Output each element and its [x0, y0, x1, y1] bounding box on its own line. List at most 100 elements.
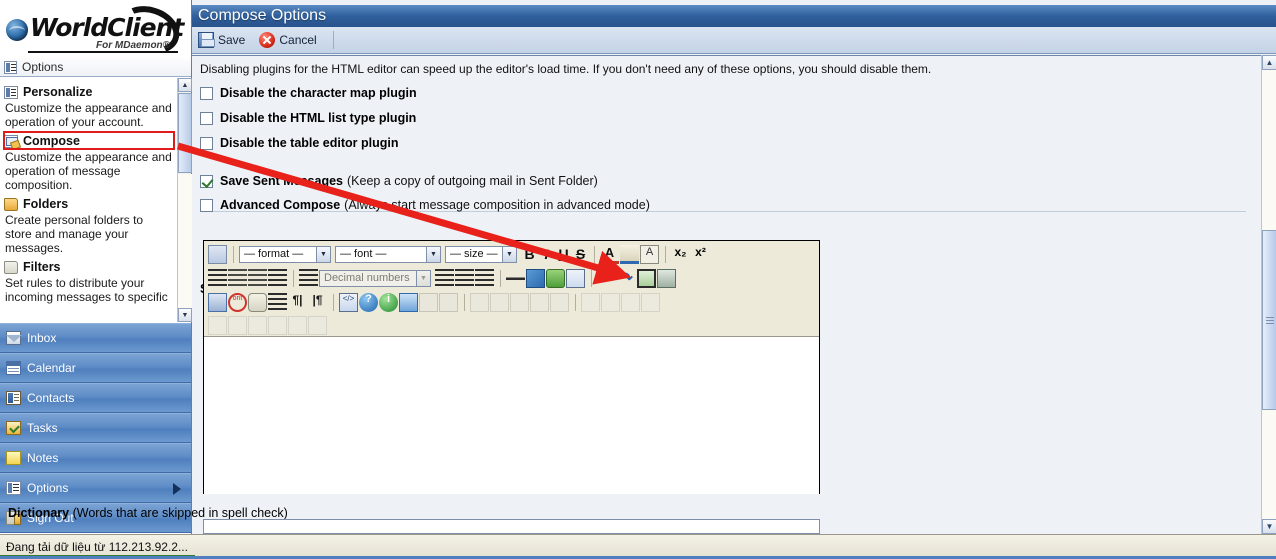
font-select[interactable]: — font — ▼ — [335, 245, 441, 263]
bold-button[interactable]: B — [521, 246, 538, 262]
sidebar-item-contacts[interactable]: Contacts — [0, 383, 191, 413]
italic-button[interactable]: I — [538, 246, 555, 262]
options-item-personalize[interactable]: Personalize — [4, 85, 172, 99]
remove-font-button[interactable]: ont — [228, 292, 247, 312]
sidebar-item-inbox[interactable]: Inbox — [0, 323, 191, 353]
insert-link-button[interactable] — [546, 268, 565, 288]
checkbox-row-save-sent-messages[interactable]: Save Sent Messages (Keep a copy of outgo… — [200, 174, 598, 188]
chevron-right-icon — [173, 483, 181, 495]
rtl-direction-button[interactable]: |¶ — [308, 293, 327, 312]
align-center-button[interactable] — [228, 268, 247, 288]
checkbox-advanced-compose[interactable] — [200, 198, 213, 212]
split-column-button[interactable] — [248, 315, 267, 335]
sidebar-item-notes[interactable]: Notes — [0, 443, 191, 473]
eraser-button[interactable] — [248, 292, 267, 312]
checkbox-row-disable-character-map[interactable]: Disable the character map plugin — [200, 86, 417, 100]
remove-table-button[interactable] — [208, 315, 227, 335]
checkbox-row-disable-table-editor[interactable]: Disable the table editor plugin — [200, 136, 399, 150]
delete-row-button[interactable] — [581, 292, 600, 312]
save-button[interactable]: Save — [198, 32, 245, 48]
insert-grid-button[interactable] — [399, 292, 418, 312]
font-select-value: — font — — [340, 248, 387, 260]
sidebar-item-options[interactable]: Options — [0, 473, 191, 503]
editor-toolbar: — format — ▼ — font — ▼ — size — ▼ B I U… — [204, 241, 819, 337]
paste-from-word-button[interactable] — [208, 292, 227, 312]
cell-split-button[interactable] — [621, 292, 640, 312]
checkbox-disable-table-editor[interactable] — [200, 136, 213, 150]
view-source-button[interactable]: </> — [339, 292, 358, 312]
help-button[interactable]: ? — [359, 292, 378, 312]
delete-column-button[interactable] — [601, 292, 620, 312]
page-scrollbar[interactable]: ▲ ▼ — [1261, 55, 1276, 534]
insert-row-button[interactable] — [530, 292, 549, 312]
checkbox-disable-html-list-type[interactable] — [200, 111, 213, 125]
options-item-filters[interactable]: Filters — [4, 260, 172, 274]
cell-background-button[interactable] — [288, 315, 307, 335]
redo-button[interactable]: ↷ — [617, 269, 636, 288]
cancel-button[interactable]: Cancel — [259, 32, 317, 48]
undo-button[interactable]: ↶ — [597, 269, 616, 288]
split-cell-horizontal-button[interactable] — [490, 292, 509, 312]
remove-format-button[interactable]: A — [640, 244, 659, 264]
chevron-down-icon[interactable]: ▼ — [416, 270, 430, 286]
underline-button[interactable]: U — [555, 246, 572, 262]
signature-textarea[interactable] — [204, 338, 819, 494]
checkbox-save-sent-messages[interactable] — [200, 174, 213, 188]
insert-special-button[interactable] — [526, 268, 545, 288]
split-row-button[interactable] — [228, 315, 247, 335]
line-spacing-button[interactable] — [268, 292, 287, 312]
page-scroll-down-icon[interactable]: ▼ — [1262, 519, 1276, 534]
horizontal-rule-button[interactable] — [506, 268, 525, 288]
insert-image-button[interactable] — [566, 268, 585, 288]
chevron-down-icon[interactable]: ▼ — [426, 246, 440, 262]
info-button[interactable]: i — [379, 292, 398, 312]
cell-properties-button[interactable] — [439, 292, 458, 312]
align-left-button[interactable] — [208, 268, 227, 288]
scrollbar-thumb[interactable] — [178, 93, 192, 173]
background-color-button[interactable] — [620, 244, 639, 264]
print-button[interactable] — [657, 268, 676, 288]
insert-table-button[interactable] — [637, 268, 656, 288]
dictionary-input[interactable] — [203, 519, 820, 534]
table-grid-button[interactable] — [641, 292, 660, 312]
toggle-editor-mode-button[interactable] — [208, 244, 227, 264]
align-right-button[interactable] — [248, 268, 267, 288]
chevron-down-icon[interactable]: ▼ — [502, 246, 516, 262]
toolbar-divider — [333, 293, 334, 311]
superscript-button[interactable]: x² — [691, 245, 710, 264]
font-color-button[interactable]: A — [600, 245, 619, 264]
options-item-folders[interactable]: Folders — [4, 197, 172, 211]
list-type-select[interactable]: Decimal numbers ▼ — [319, 269, 431, 287]
table-properties-button[interactable] — [419, 292, 438, 312]
ltr-direction-button[interactable]: ¶| — [288, 293, 307, 312]
sidebar-scrollbar[interactable]: ▲ ▼ — [177, 78, 192, 322]
size-select[interactable]: — size — ▼ — [445, 245, 517, 263]
insert-column-button[interactable] — [550, 292, 569, 312]
scroll-down-icon[interactable]: ▼ — [178, 308, 192, 322]
table-layout-button[interactable] — [308, 315, 327, 335]
sidebar-item-calendar[interactable]: Calendar — [0, 353, 191, 383]
scrollbar-track[interactable] — [178, 174, 192, 322]
checkbox-disable-character-map[interactable] — [200, 86, 213, 100]
page-scroll-up-icon[interactable]: ▲ — [1262, 55, 1276, 70]
scroll-up-icon[interactable]: ▲ — [178, 78, 192, 92]
merge-cells-button[interactable] — [470, 292, 489, 312]
ordered-list-button[interactable] — [299, 268, 318, 288]
cancel-button-label: Cancel — [279, 33, 317, 47]
chevron-down-icon[interactable]: ▼ — [316, 246, 330, 262]
checkbox-row-disable-html-list-type[interactable]: Disable the HTML list type plugin — [200, 111, 416, 125]
globe-icon — [6, 19, 28, 41]
format-select[interactable]: — format — ▼ — [239, 245, 331, 263]
subscript-button[interactable]: x₂ — [671, 245, 690, 264]
strikethrough-button[interactable]: S — [572, 246, 589, 262]
unordered-list-button[interactable] — [435, 268, 454, 288]
options-item-compose[interactable]: Compose — [4, 134, 172, 148]
sidebar-item-tasks[interactable]: Tasks — [0, 413, 191, 443]
merge-row-button[interactable] — [268, 315, 287, 335]
align-justify-button[interactable] — [268, 268, 287, 288]
indent-increase-button[interactable] — [455, 268, 474, 288]
indent-decrease-button[interactable] — [475, 268, 494, 288]
checkbox-row-advanced-compose[interactable]: Advanced Compose (Always start message c… — [200, 198, 650, 212]
split-cell-vertical-button[interactable] — [510, 292, 529, 312]
page-scrollbar-thumb[interactable] — [1262, 230, 1276, 410]
